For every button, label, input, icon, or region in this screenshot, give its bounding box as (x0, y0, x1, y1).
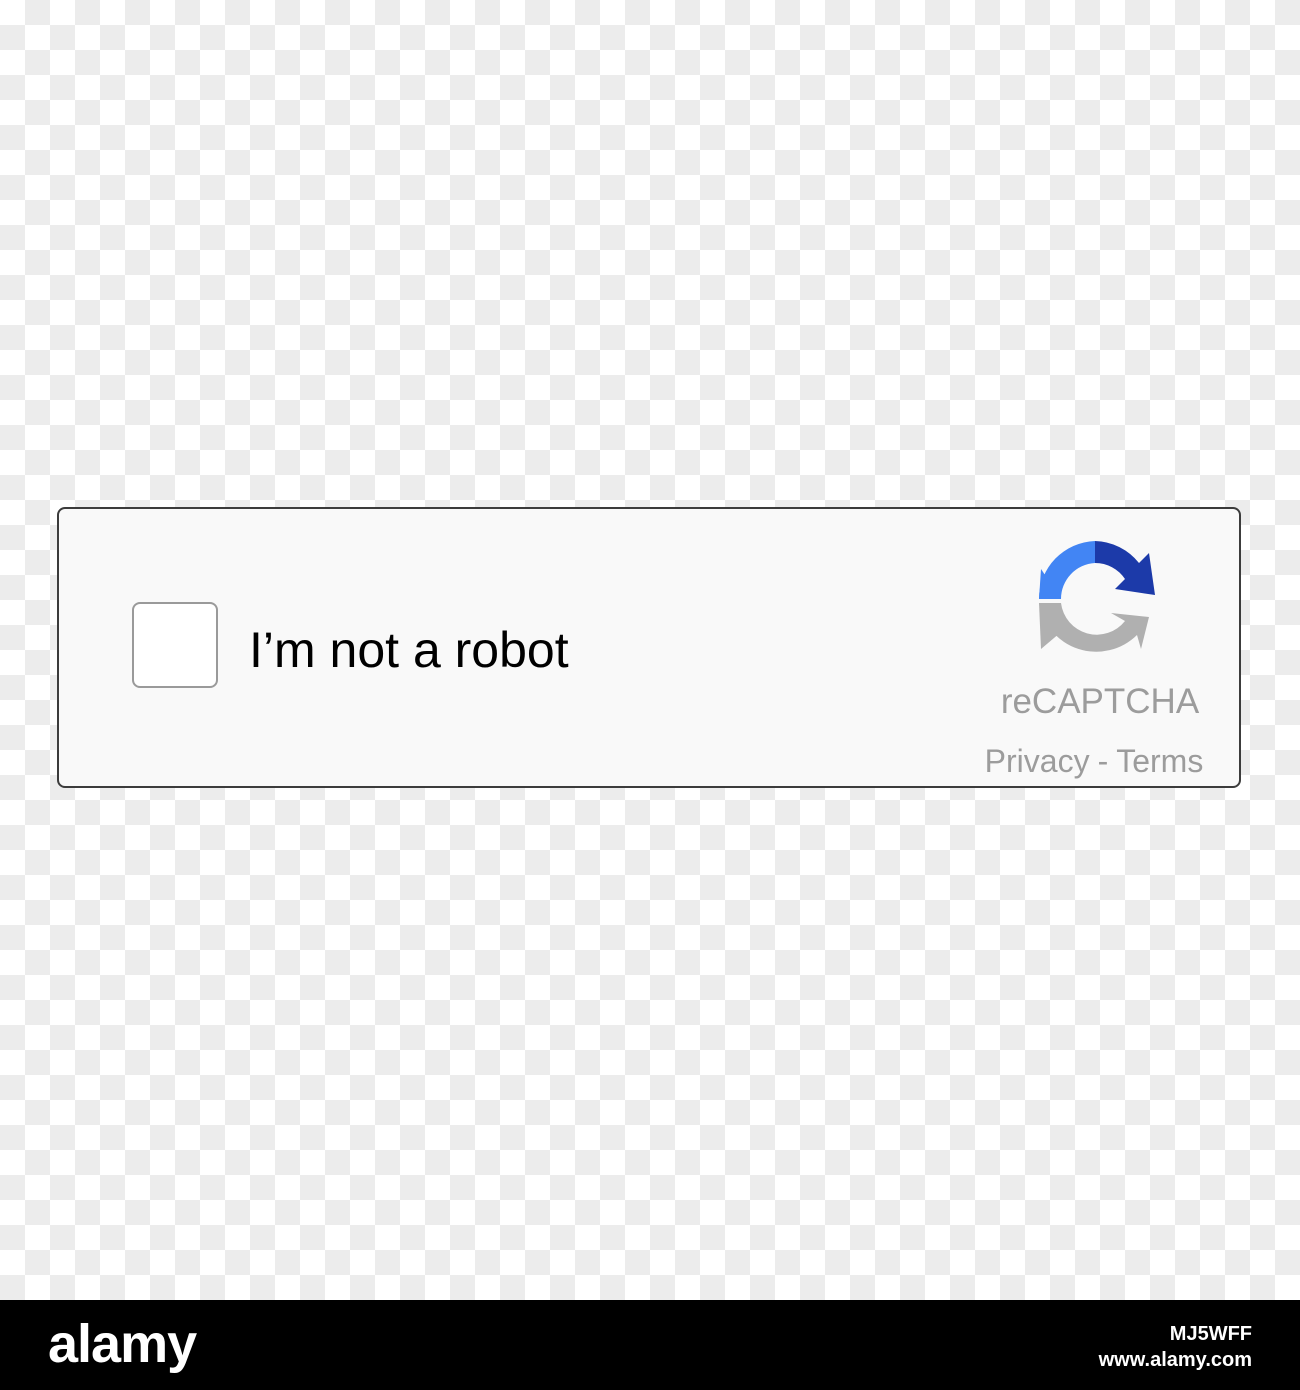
watermark-bar: alamy MJ5WFF www.alamy.com (0, 1300, 1300, 1390)
privacy-link[interactable]: Privacy (985, 741, 1090, 781)
alamy-logo: alamy (48, 1314, 197, 1374)
recaptcha-widget: I’m not a robot reCAPTCHA Privacy - Terms (57, 507, 1241, 788)
not-a-robot-checkbox[interactable] (132, 602, 218, 688)
link-separator: - (1097, 743, 1109, 779)
recaptcha-arrows-icon (1039, 541, 1155, 652)
checkbox-label[interactable]: I’m not a robot (249, 621, 569, 679)
terms-link[interactable]: Terms (1116, 741, 1203, 781)
image-id: MJ5WFF (1169, 1323, 1252, 1345)
site-url: www.alamy.com (1098, 1349, 1252, 1371)
recaptcha-brand: reCAPTCHA (1000, 682, 1200, 721)
policy-links: Privacy - Terms (939, 741, 1249, 781)
